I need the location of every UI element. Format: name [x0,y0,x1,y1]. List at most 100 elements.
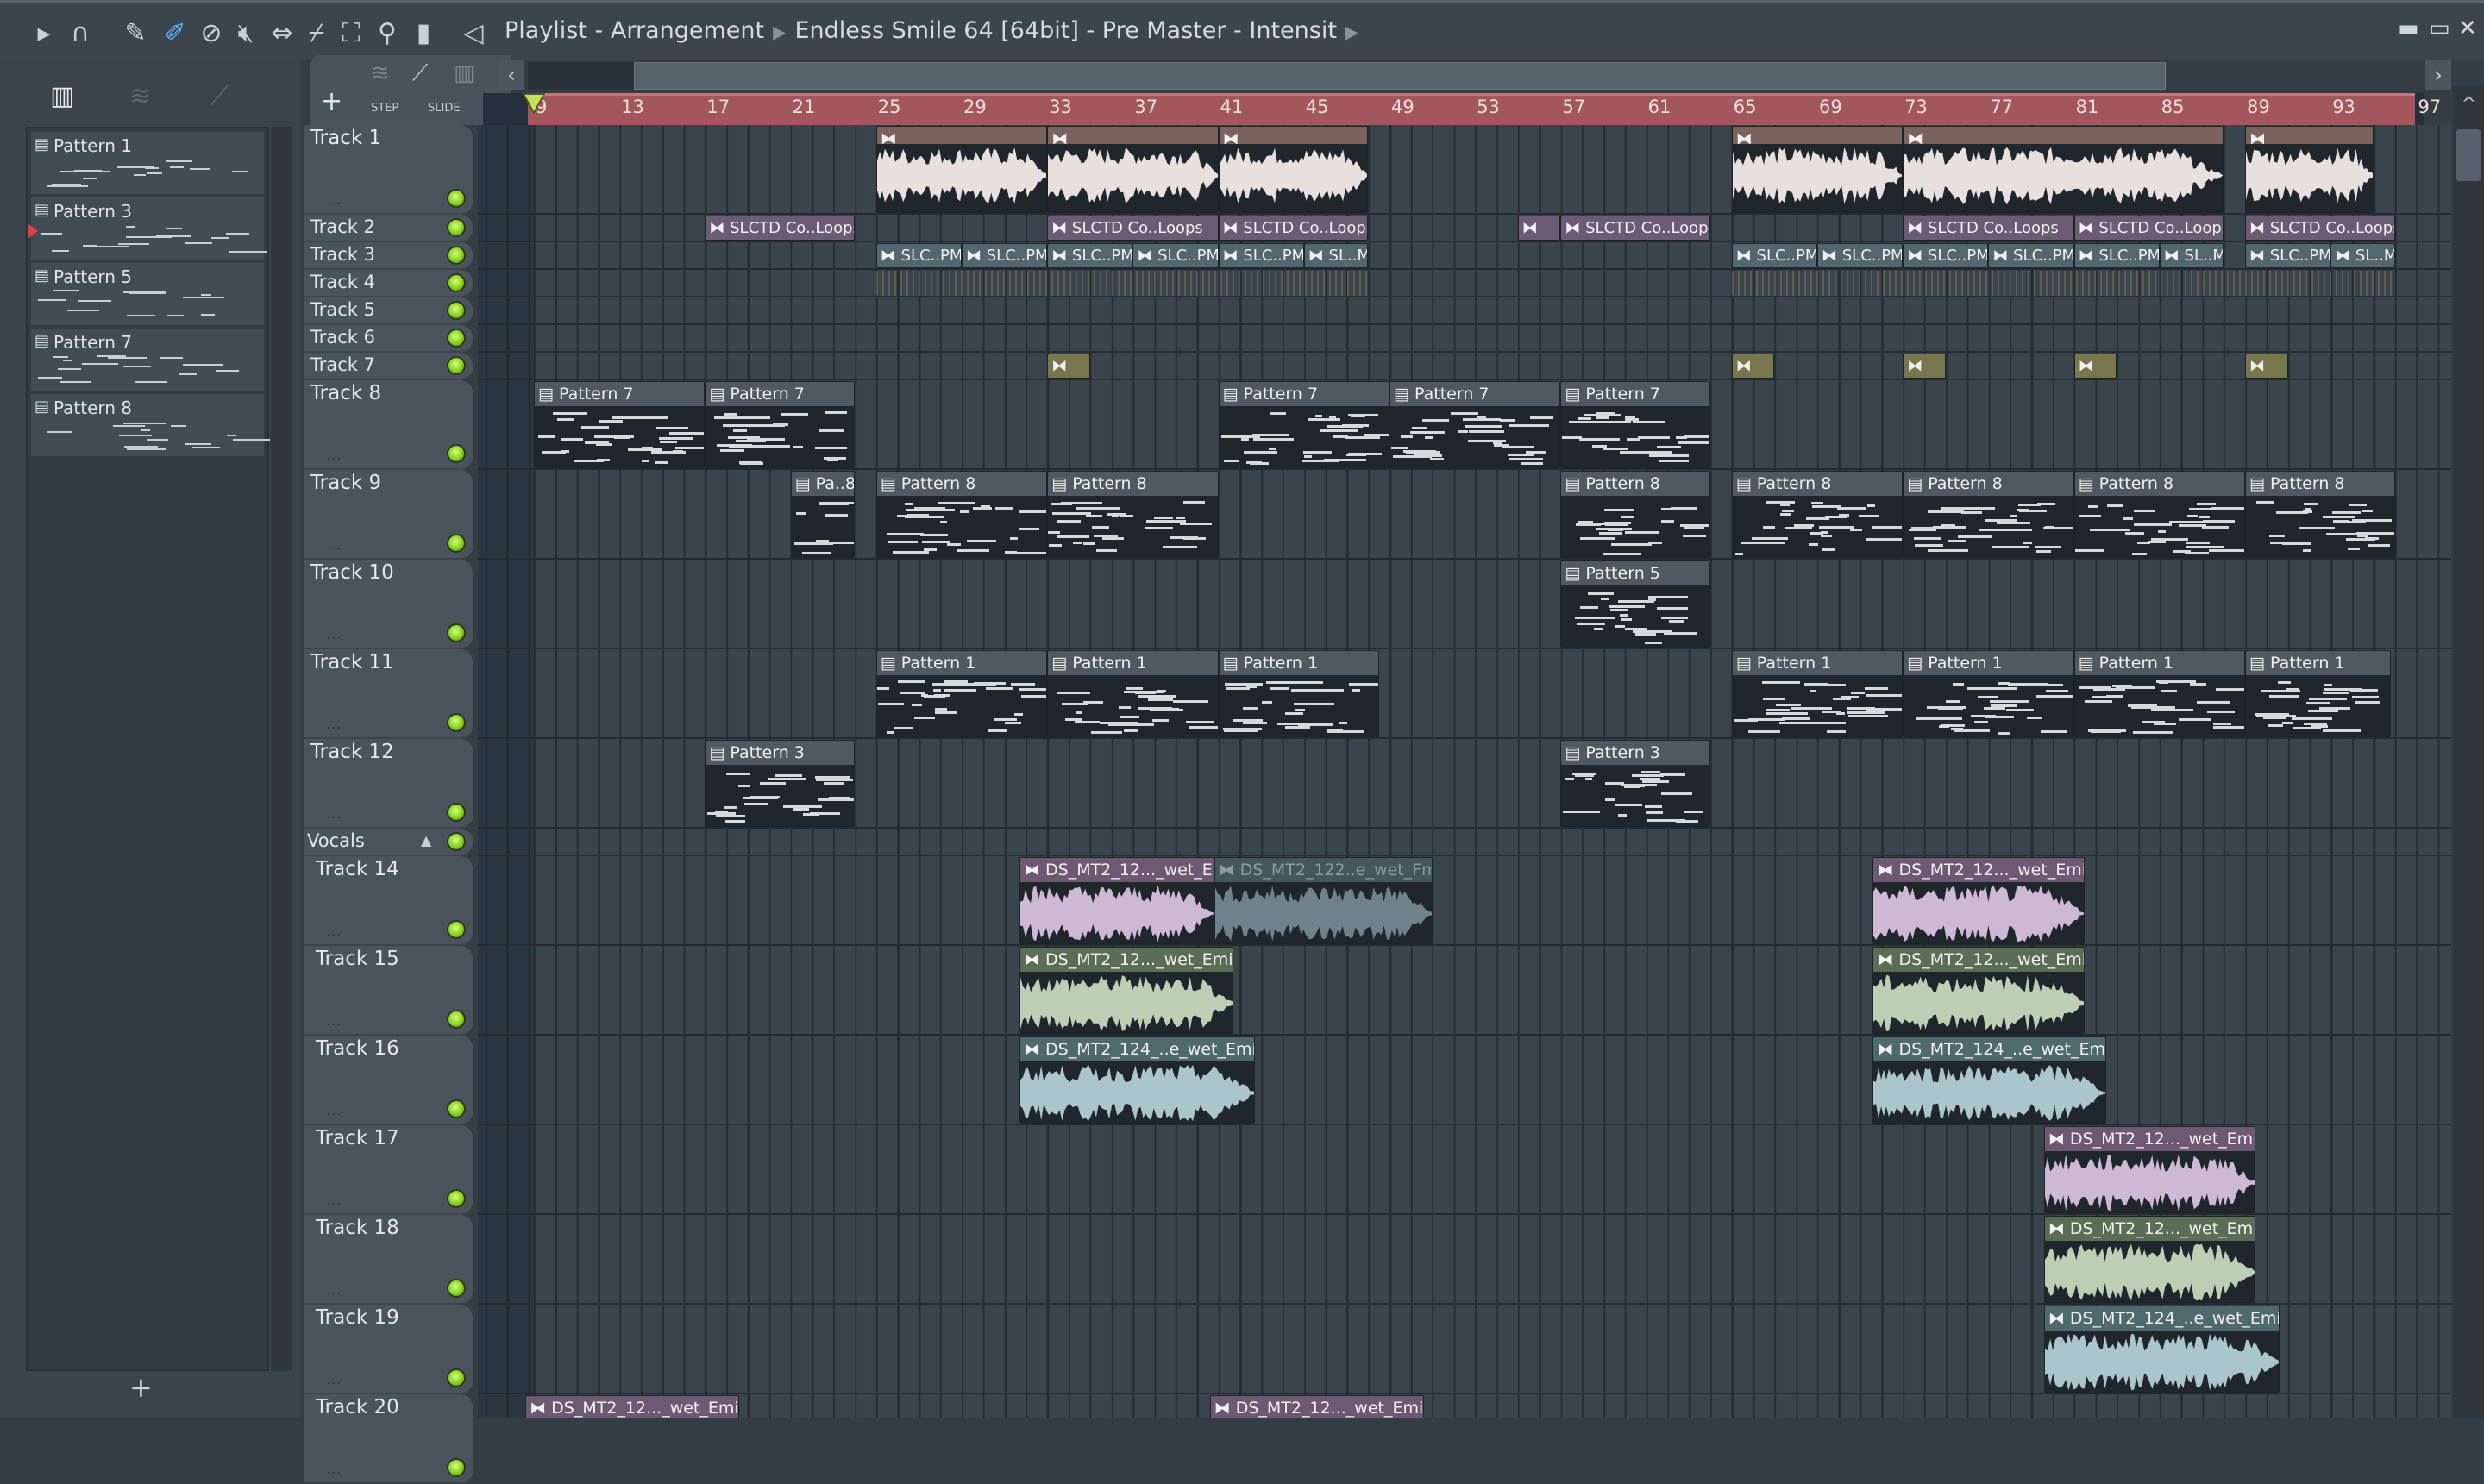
track-enable-led[interactable] [447,623,466,642]
minimize-button[interactable]: ▬ [2398,16,2419,41]
track-options-icon[interactable]: ... [326,626,342,642]
clip-pattern[interactable]: ▤ Pattern 1 [1218,650,1379,737]
track-options-icon[interactable]: ... [326,805,342,822]
clip-slice_teal[interactable]: ⧓ SL..M [2159,243,2224,268]
clip-pattern[interactable]: ▤ Pattern 1 [2073,650,2245,737]
track-enable-led[interactable] [447,301,466,320]
clip-slice_teal[interactable]: ⧓ SL..M [2330,243,2395,268]
track-options-icon[interactable]: ... [326,1461,342,1477]
automation-icon[interactable]: ⟋ [210,81,229,111]
scroll-right-button[interactable]: › [2425,60,2451,90]
clip-pattern[interactable]: ▤ Pattern 1 [1047,650,1219,737]
clip-audio_pink[interactable]: ⧓ DS_MT2_12..._wet_Emin [2043,1126,2256,1213]
clip-pattern[interactable]: ▤ Pattern 5 [1560,560,1710,648]
pattern-item[interactable]: ▤ Pattern 7 [31,329,264,391]
scroll-left-button[interactable]: ‹ [499,60,524,90]
clip-pattern[interactable]: ▤ Pa..8 [790,471,855,558]
track-enable-led[interactable] [447,920,466,939]
clip-audio_green[interactable]: ⧓ DS_MT2_12..._wet_Emin [2043,1216,2256,1303]
clip-audio_green[interactable]: ⧓ DS_MT2_12..._wet_Emin [1872,947,2085,1034]
clip-slice_purple[interactable]: ⧓ SLCTD Co..Loops [2073,216,2224,241]
track-options-icon[interactable]: ... [326,1012,342,1029]
track-header[interactable]: Track 8... [304,380,473,470]
track-header[interactable]: Track 1... [304,125,473,215]
track-header[interactable]: Track 9... [304,470,473,560]
slice-icon[interactable]: ⌿ [302,19,331,48]
track-header[interactable]: Track 14... [304,856,473,946]
clip-slice_teal[interactable]: ⧓ SLC..PM [1218,243,1304,268]
track-header[interactable]: Track 15... [304,946,473,1036]
playlist-grid[interactable]: ⧓ ⧓ ⧓ ⧓ ⧓ ⧓ ⧓ SLCTD Co..Loops ⧓ SLCTD Co.… [478,125,2451,1418]
zoom-icon[interactable]: ⚲ [373,19,402,48]
pattern-item[interactable]: ▤ Pattern 3 [28,197,267,260]
track-header[interactable]: Track 5 [304,297,473,325]
clip-loop[interactable]: ⧓ [2245,126,2374,213]
add-track-button[interactable]: + [321,86,342,116]
clip-slice_teal[interactable]: ⧓ SLC..PM [1047,243,1133,268]
track-header[interactable]: Track 16... [304,1036,473,1125]
track-header[interactable]: Track 4 [304,270,473,297]
clip-pattern[interactable]: ▤ Pattern 1 [875,650,1048,737]
clip-slice_teal[interactable]: ⧓ SLC..PM [1731,243,1817,268]
clip-audio_grey[interactable]: ⧓ DS_MT2_122..e_wet_Fmin [1214,857,1433,944]
clip-pattern[interactable]: ▤ Pattern 7 [1389,381,1561,468]
track-enable-led[interactable] [447,1279,466,1298]
vertical-scrollbar[interactable]: ^ [2453,86,2484,1418]
clip-pattern[interactable]: ▤ Pattern 7 [1218,381,1389,468]
track-header[interactable]: Track 7 [304,353,473,380]
track-options-icon[interactable]: ... [326,536,342,553]
track-options-icon[interactable]: ... [326,1192,342,1208]
clip-audio_teal[interactable]: ⧓ DS_MT2_124_..e_wet_Emin [1019,1036,1255,1124]
track-options-icon[interactable]: ... [326,923,342,939]
slip-icon[interactable]: ⇔ [267,19,297,48]
clip-pattern[interactable]: ▤ Pattern 8 [875,471,1048,558]
clip-pattern[interactable]: ▤ Pattern 1 [1903,650,2074,737]
maximize-button[interactable]: ▭ [2429,16,2450,41]
track-header[interactable]: Track 11... [304,649,473,739]
magnet-icon[interactable]: ∩ [66,19,95,48]
collapse-triangle-icon[interactable]: ▲ [421,832,431,848]
playlist-overview-scrollbar[interactable] [634,62,2166,90]
clip-pattern[interactable]: ▤ Pattern 7 [705,381,855,468]
clip-olive[interactable]: ⧓ [1731,354,1775,379]
clip-pattern[interactable]: ▤ Pattern 8 [2073,471,2245,558]
clip-pattern[interactable]: ▤ Pattern 7 [534,381,706,468]
play-arrow-icon[interactable]: ▸ [29,19,59,48]
track-enable-led[interactable] [447,246,466,265]
clip-pattern[interactable]: ▤ Pattern 3 [705,740,855,827]
clip-slice_teal[interactable]: ⧓ SLC..PM [1817,243,1904,268]
clip-slice_teal[interactable]: ⧓ SLC..PM [2245,243,2331,268]
track-enable-led[interactable] [447,1099,466,1118]
clip-slice_teal[interactable]: ⧓ SLC..PM [2073,243,2160,268]
clip-slice_teal[interactable]: ⧓ SLC..PM [875,243,962,268]
clip-slice_teal[interactable]: ⧓ SLC..PM [1903,243,1989,268]
clip-slice_teal[interactable]: ⧓ SLC..PM [962,243,1048,268]
track-enable-led[interactable] [447,1458,466,1477]
track-enable-led[interactable] [447,189,466,208]
clip-audio_pink[interactable]: ⧓ DS_MT2_12..._wet_Em [1019,857,1214,944]
clip-loop[interactable]: ⧓ [1731,126,1904,213]
playback-icon[interactable]: ▮ [409,19,438,48]
paint-brush-icon[interactable]: ✐ [160,19,190,48]
clip-slice_teal[interactable]: ⧓ SLC..PM [1132,243,1219,268]
track-options-icon[interactable]: ... [326,1281,342,1298]
speaker-icon[interactable]: ◁ [459,19,488,48]
clip-olive[interactable]: ⧓ [2073,354,2117,379]
clip-slice_teal[interactable]: ⧓ SLC..PM [1988,243,2074,268]
track-options-icon[interactable]: ... [326,1102,342,1118]
clip-pattern[interactable]: ▤ Pattern 8 [1903,471,2074,558]
track-options-icon[interactable]: ... [326,447,342,463]
playhead-marker[interactable] [523,93,545,114]
track-enable-led[interactable] [447,534,466,553]
scroll-up-button[interactable]: ^ [2462,93,2476,114]
add-pattern-button[interactable]: + [129,1371,153,1404]
pattern-item[interactable]: ▤ Pattern 5 [31,263,264,325]
clip-slice_purple[interactable]: ⧓ SLCTD Co..Loops [705,216,855,241]
track-header[interactable]: Track 19... [304,1305,473,1394]
pencil-icon[interactable]: ✎ [121,19,150,48]
clip-pattern[interactable]: ▤ Pattern 1 [2245,650,2391,737]
track-header[interactable]: Track 20... [304,1394,473,1484]
slide-toggle[interactable]: SLIDE [428,102,461,115]
step-toggle[interactable]: STEP [371,102,398,115]
track-enable-led[interactable] [447,713,466,732]
